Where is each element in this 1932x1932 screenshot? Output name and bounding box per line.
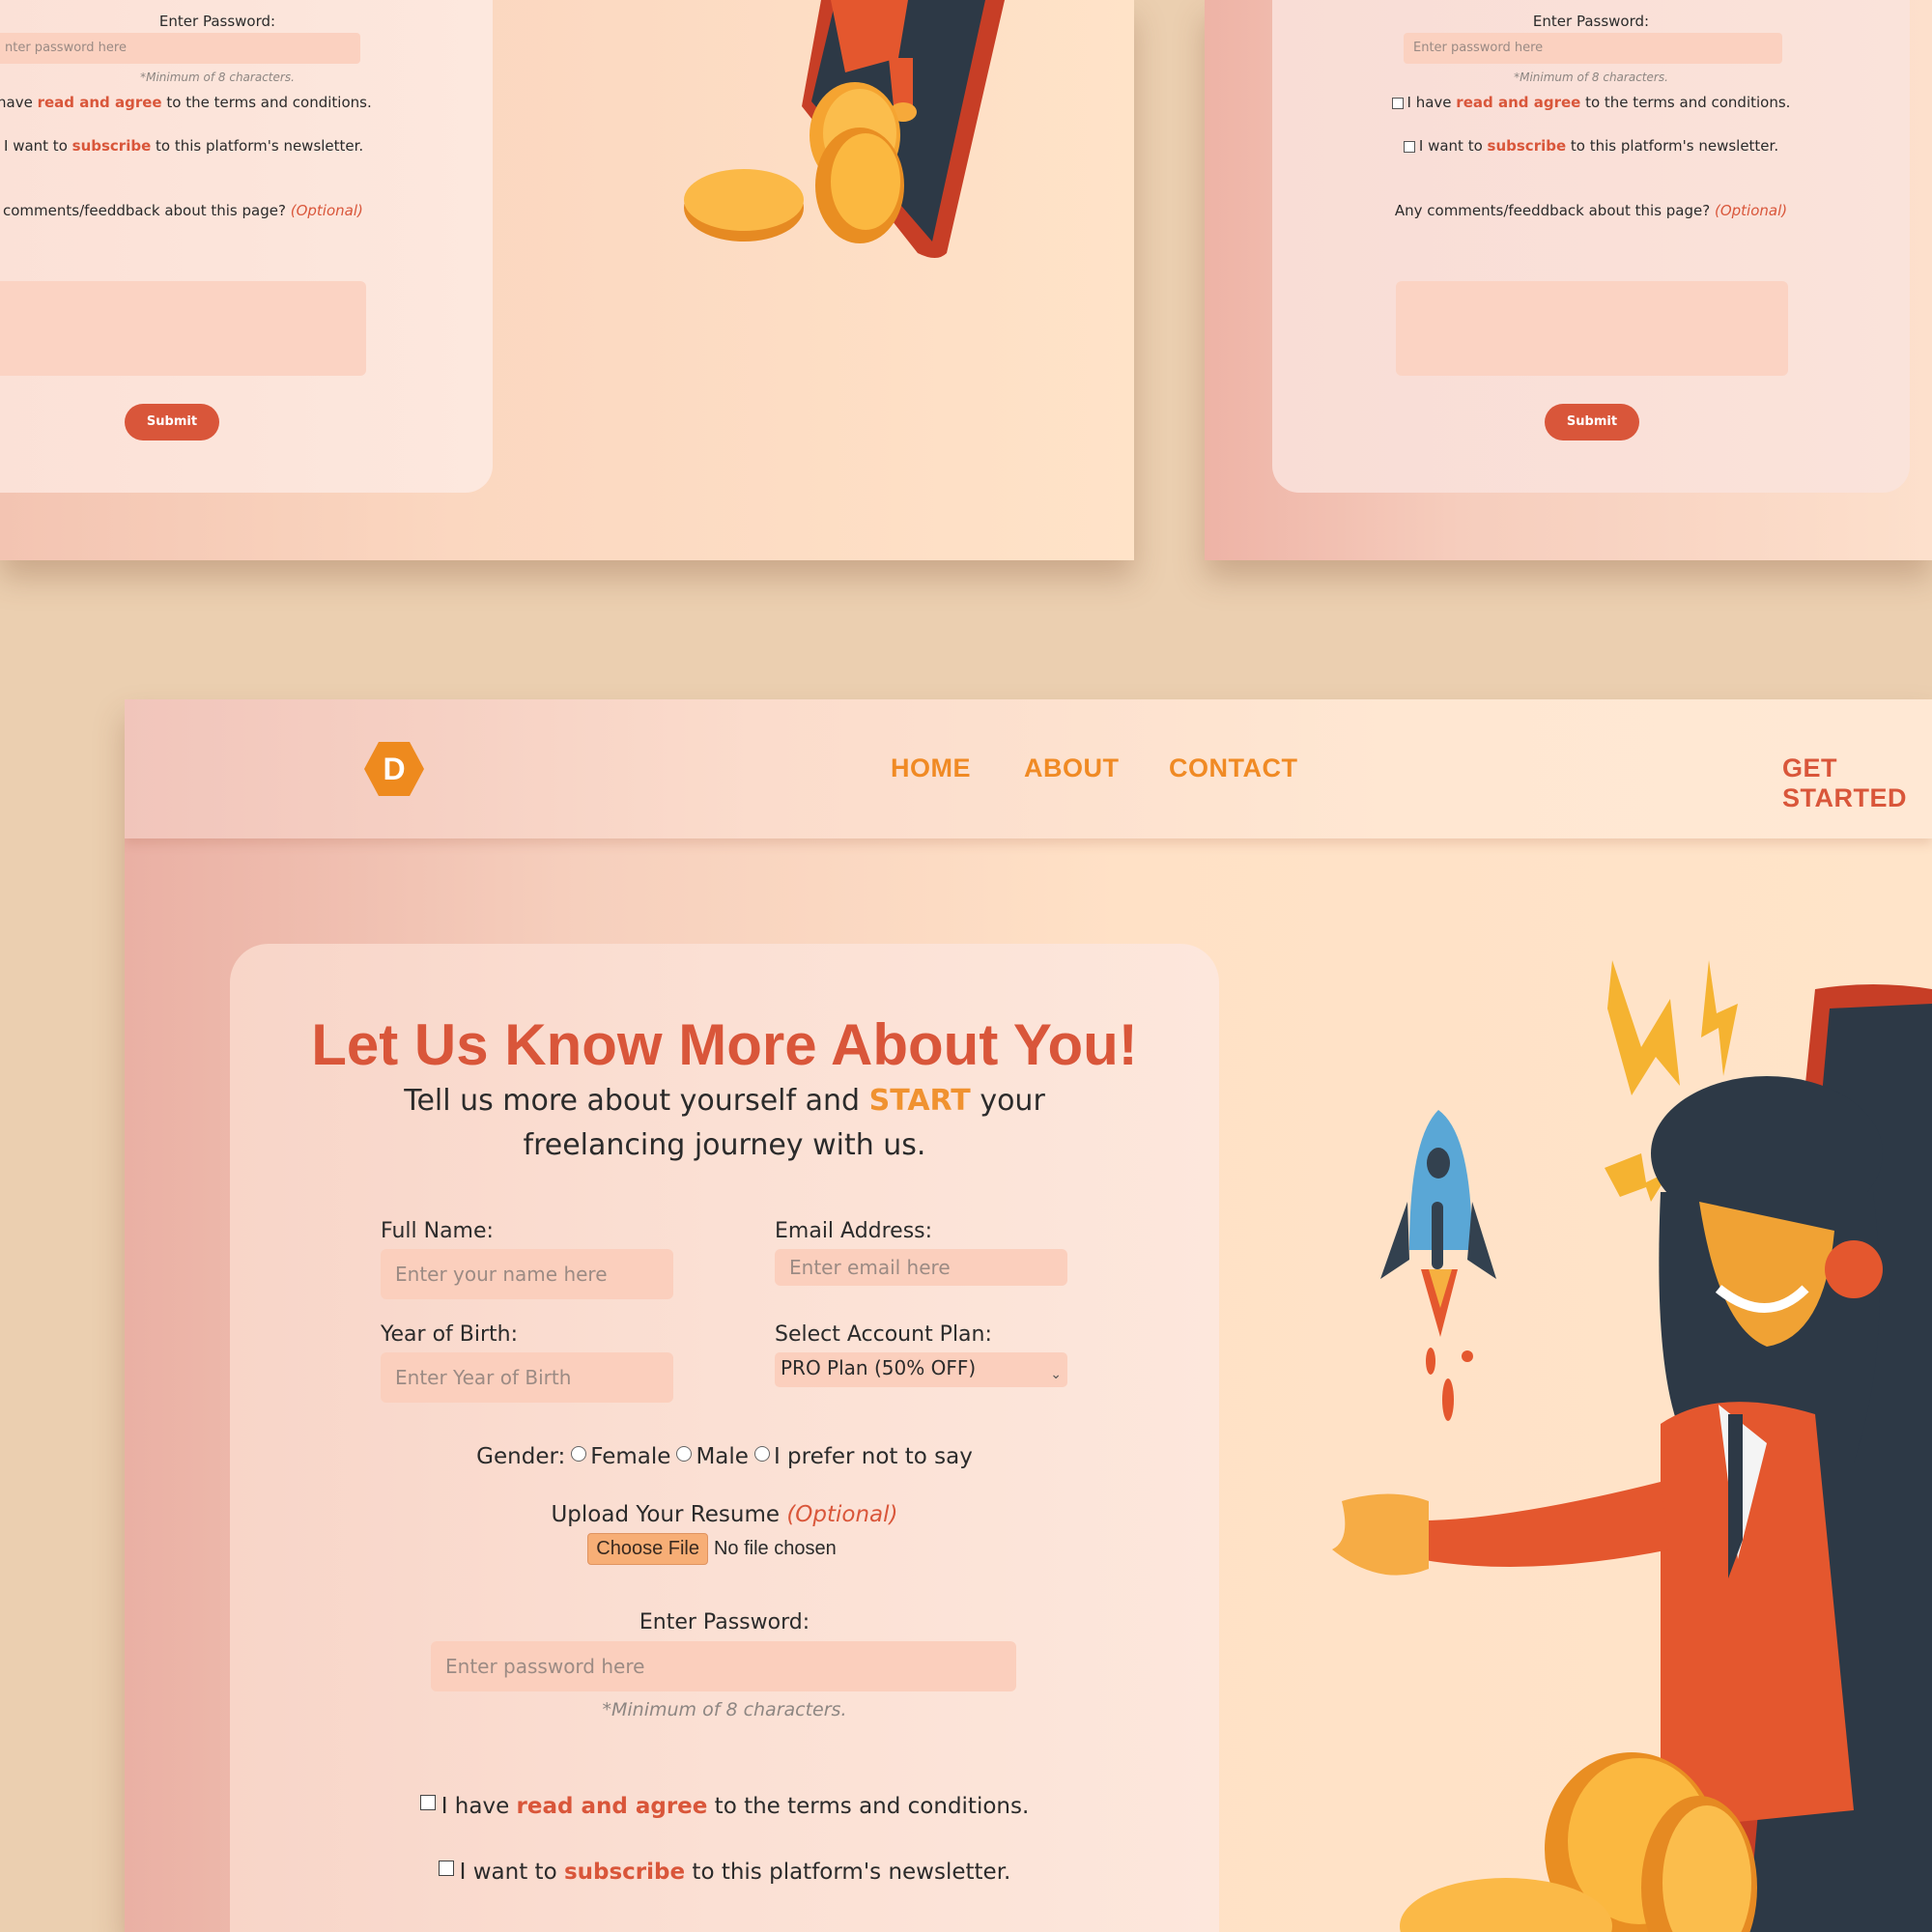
submit-button[interactable]: Submit [125,404,219,440]
password-label: Enter Password: [158,13,276,30]
password-note: *Minimum of 8 characters. [602,1699,847,1720]
full-name-label: Full Name: [381,1219,494,1243]
page-title: Let Us Know More About You! [311,1012,1138,1077]
password-input[interactable]: Enter password here [1404,33,1782,64]
choose-file-button[interactable]: Choose File [587,1533,708,1565]
nav-home-link[interactable]: HOME [891,753,971,783]
nav-about-link[interactable]: ABOUT [1024,753,1120,783]
newsletter-checkbox-row[interactable]: I want to subscribe to this platform's n… [0,137,363,155]
signup-form-card: Let Us Know More About You! Tell us more… [230,944,1219,1932]
mascot-phone-coins-illustration [684,0,1005,258]
password-label: Enter Password: [639,1610,810,1634]
account-plan-select[interactable]: PRO Plan (50% OFF) ⌄ [775,1352,1067,1387]
password-input[interactable]: nter password here [0,33,360,64]
terms-checkbox-row[interactable]: I have read and agree to the terms and c… [1272,94,1910,111]
gender-label: Gender: [476,1444,566,1469]
comments-label: comments/feeddback about this page? (Opt… [3,202,363,219]
year-of-birth-label: Year of Birth: [381,1322,519,1347]
get-started-link[interactable]: GET STARTED [1782,753,1932,813]
gender-female-radio[interactable] [571,1446,587,1462]
newsletter-checkbox[interactable] [1403,140,1415,153]
newsletter-checkbox-row[interactable]: I want to subscribe to this platform's n… [230,1860,1219,1885]
resume-label: Upload Your Resume (Optional) [551,1502,898,1527]
year-of-birth-input[interactable]: Enter Year of Birth [381,1352,673,1403]
newsletter-checkbox[interactable] [438,1861,454,1876]
main-screenshot: D HOME ABOUT CONTACT GET STARTED Let Us … [125,699,1932,1932]
form-card: Enter Password: Enter password here *Min… [1272,0,1910,493]
account-plan-label: Select Account Plan: [775,1322,992,1347]
comments-textarea[interactable] [1396,281,1788,376]
resume-file-input[interactable]: Choose File No file chosen [205,1533,1219,1565]
logo[interactable]: D [364,742,424,796]
chevron-down-icon: ⌄ [1050,1367,1062,1382]
lightning-icon [1701,960,1738,1076]
terms-checkbox[interactable] [419,1795,436,1810]
gender-male-radio[interactable] [676,1446,693,1462]
terms-checkbox-row[interactable]: I have read and agree to the terms and c… [230,1794,1219,1819]
comments-textarea[interactable] [0,281,366,376]
comments-label: Any comments/feeddback about this page? … [1394,202,1788,219]
gender-not-say-radio[interactable] [753,1446,770,1462]
navbar: D HOME ABOUT CONTACT GET STARTED [125,699,1932,838]
password-input[interactable]: Enter password here [431,1641,1016,1691]
password-label: Enter Password: [1532,13,1650,30]
password-note: *Minimum of 8 characters. [140,71,295,84]
page-subtitle: Tell us more about yourself and START yo… [404,1084,1045,1162]
freelancer-mascot-illustration [1332,960,1932,1932]
preview-screenshot-right: Enter Password: Enter password here *Min… [1205,0,1932,560]
account-plan-selected: PRO Plan (50% OFF) [781,1356,977,1379]
submit-button[interactable]: Submit [1545,404,1639,440]
logo-letter: D [383,752,405,786]
email-label: Email Address: [775,1219,933,1243]
file-status: No file chosen [713,1538,837,1559]
terms-checkbox-row[interactable]: have read and agree to the terms and con… [0,94,372,111]
rocket-icon [1380,1110,1496,1421]
preview-screenshot-left: Enter Password: nter password here *Mini… [0,0,1134,560]
terms-checkbox[interactable] [1391,97,1404,109]
nav-contact-link[interactable]: CONTACT [1169,753,1297,783]
full-name-input[interactable]: Enter your name here [381,1249,673,1299]
password-note: *Minimum of 8 characters. [1514,71,1668,84]
email-input[interactable]: Enter email here [775,1249,1067,1286]
newsletter-checkbox-row[interactable]: I want to subscribe to this platform's n… [1272,137,1910,155]
form-card: Enter Password: nter password here *Mini… [0,0,493,493]
lightning-icon [1607,960,1680,1095]
gender-radio-group: Gender: Female Male I prefer not to say [476,1444,973,1469]
